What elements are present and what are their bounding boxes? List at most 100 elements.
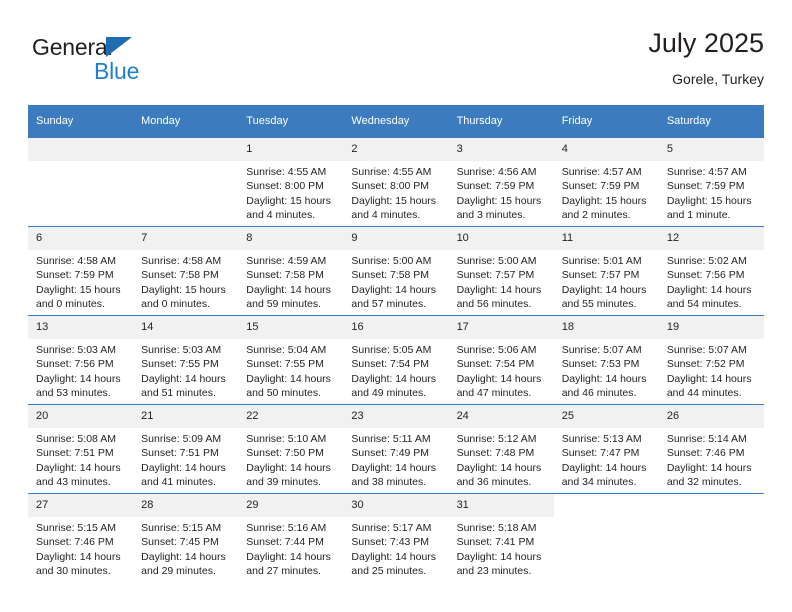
calendar-day-cell[interactable]: 3 Sunrise: 4:56 AM Sunset: 7:59 PM Daylight… [448,137,554,227]
calendar-empty-cell [658,493,764,583]
calendar-day-cell[interactable]: 23 Sunrise: 5:11 AM Sunset: 7:49 PM Dayligh… [343,404,449,494]
calendar-day-cell[interactable]: 7 Sunrise: 4:58 AM Sunset: 7:58 PM Daylight… [133,226,239,316]
sunset-text: Sunset: 7:59 PM [36,269,114,282]
calendar-day-cell[interactable]: 15 Sunrise: 5:04 AM Sunset: 7:55 PM Dayligh… [238,315,344,405]
day-details: Sunrise: 4:58 AM Sunset: 7:58 PM Daylight:… [133,250,238,312]
day-number: 7 [133,227,239,250]
day-number: 28 [133,494,239,517]
day-details: Sunrise: 5:11 AM Sunset: 7:49 PM Daylight:… [343,428,448,490]
calendar-day-cell[interactable]: 20 Sunrise: 5:08 AM Sunset: 7:51 PM Dayligh… [28,404,134,494]
calendar-day-cell[interactable]: 22 Sunrise: 5:10 AM Sunset: 7:50 PM Dayligh… [238,404,344,494]
day-number: 13 [28,316,134,339]
day-number: 22 [238,405,344,428]
daylight-text: Daylight: 14 hours and 56 minutes. [456,283,542,311]
sunrise-text: Sunrise: 5:05 AM [351,344,432,356]
calendar-day-cell[interactable]: 29 Sunrise: 5:16 AM Sunset: 7:44 PM Dayligh… [238,493,344,583]
day-details: Sunrise: 5:08 AM Sunset: 7:51 PM Daylight:… [28,428,133,490]
sunset-text: Sunset: 7:43 PM [351,536,430,549]
sunrise-text: Sunrise: 4:57 AM [561,166,642,178]
sunrise-text: Sunrise: 5:10 AM [246,433,327,445]
calendar-day-cell[interactable]: 17 Sunrise: 5:06 AM Sunset: 7:54 PM Dayligh… [448,315,554,405]
day-details: Sunrise: 4:57 AM Sunset: 7:59 PM Daylight:… [659,161,764,223]
sunrise-text: Sunrise: 4:55 AM [246,166,327,178]
day-number: 11 [553,227,659,250]
calendar-day-cell[interactable]: 13 Sunrise: 5:03 AM Sunset: 7:56 PM Dayligh… [28,315,134,405]
sunrise-text: Sunrise: 5:15 AM [141,522,222,534]
day-details: Sunrise: 5:00 AM Sunset: 7:57 PM Daylight:… [449,250,554,312]
day-number: 9 [343,227,449,250]
calendar-day-cell[interactable]: 24 Sunrise: 5:12 AM Sunset: 7:48 PM Dayligh… [448,404,554,494]
day-details: Sunrise: 5:17 AM Sunset: 7:43 PM Daylight:… [343,517,448,579]
day-details: Sunrise: 5:12 AM Sunset: 7:48 PM Daylight:… [449,428,554,490]
day-details: Sunrise: 4:59 AM Sunset: 7:58 PM Daylight:… [238,250,343,312]
calendar-day-cell[interactable]: 6 Sunrise: 4:58 AM Sunset: 7:59 PM Daylight… [28,226,134,316]
day-details: Sunrise: 5:03 AM Sunset: 7:55 PM Daylight:… [133,339,238,401]
day-details: Sunrise: 5:02 AM Sunset: 7:56 PM Daylight:… [659,250,764,312]
daylight-text: Daylight: 14 hours and 44 minutes. [666,372,752,400]
calendar-day-cell[interactable]: 25 Sunrise: 5:13 AM Sunset: 7:47 PM Dayligh… [553,404,659,494]
calendar-day-cell[interactable]: 1 Sunrise: 4:55 AM Sunset: 8:00 PM Daylight… [238,137,344,227]
general-blue-logo: General Blue [32,34,212,90]
calendar-day-cell[interactable]: 16 Sunrise: 5:05 AM Sunset: 7:54 PM Dayligh… [343,315,449,405]
calendar-day-cell[interactable]: 9 Sunrise: 5:00 AM Sunset: 7:58 PM Daylight… [343,226,449,316]
sunset-text: Sunset: 7:49 PM [351,447,430,460]
calendar-day-cell[interactable]: 8 Sunrise: 4:59 AM Sunset: 7:58 PM Daylight… [238,226,344,316]
sunrise-text: Sunrise: 5:18 AM [456,522,537,534]
day-details: Sunrise: 5:01 AM Sunset: 7:57 PM Daylight:… [554,250,659,312]
day-number: 5 [658,138,764,161]
sunrise-text: Sunrise: 4:58 AM [141,255,222,267]
day-number: 27 [28,494,134,517]
calendar-day-cell[interactable]: 2 Sunrise: 4:55 AM Sunset: 8:00 PM Daylight… [343,137,449,227]
calendar-day-cell[interactable]: 21 Sunrise: 5:09 AM Sunset: 7:51 PM Dayligh… [133,404,239,494]
day-number: 20 [28,405,134,428]
day-details: Sunrise: 5:05 AM Sunset: 7:54 PM Daylight:… [343,339,448,401]
daylight-text: Daylight: 15 hours and 1 minute. [666,194,752,222]
weekday-header-monday: Monday [133,105,239,138]
daylight-text: Daylight: 14 hours and 34 minutes. [561,461,647,489]
calendar-body: 1 Sunrise: 4:55 AM Sunset: 8:00 PM Daylight… [28,137,764,583]
day-number: 17 [448,316,554,339]
sunrise-text: Sunrise: 5:13 AM [561,433,642,445]
calendar-day-cell[interactable]: 11 Sunrise: 5:01 AM Sunset: 7:57 PM Dayligh… [553,226,659,316]
weekday-header-tuesday: Tuesday [238,105,344,138]
sunrise-text: Sunrise: 5:02 AM [666,255,747,267]
day-number: 30 [343,494,449,517]
calendar-week-row: 20 Sunrise: 5:08 AM Sunset: 7:51 PM Dayligh… [28,404,764,494]
calendar-day-cell[interactable]: 4 Sunrise: 4:57 AM Sunset: 7:59 PM Daylight… [553,137,659,227]
calendar-day-cell[interactable]: 12 Sunrise: 5:02 AM Sunset: 7:56 PM Dayligh… [658,226,764,316]
daylight-text: Daylight: 14 hours and 54 minutes. [666,283,752,311]
daylight-text: Daylight: 14 hours and 55 minutes. [561,283,647,311]
sunset-text: Sunset: 7:52 PM [666,358,745,371]
calendar-page: General Blue July 2025 Gorele, Turkey Su… [0,0,792,612]
sunset-text: Sunset: 7:44 PM [246,536,324,549]
calendar-day-cell[interactable]: 31 Sunrise: 5:18 AM Sunset: 7:41 PM Dayligh… [448,493,554,583]
sunset-text: Sunset: 7:50 PM [246,447,324,460]
calendar-day-cell[interactable]: 26 Sunrise: 5:14 AM Sunset: 7:46 PM Dayligh… [658,404,764,494]
daylight-text: Daylight: 14 hours and 59 minutes. [246,283,331,311]
day-number: 10 [448,227,554,250]
calendar-day-cell[interactable]: 30 Sunrise: 5:17 AM Sunset: 7:43 PM Dayligh… [343,493,449,583]
sunset-text: Sunset: 7:54 PM [351,358,430,371]
day-number: 3 [448,138,554,161]
calendar-day-cell[interactable]: 27 Sunrise: 5:15 AM Sunset: 7:46 PM Dayligh… [28,493,134,583]
day-details: Sunrise: 5:15 AM Sunset: 7:46 PM Daylight:… [28,517,133,579]
day-number: 6 [28,227,134,250]
sunrise-text: Sunrise: 5:07 AM [666,344,747,356]
calendar-day-cell[interactable]: 19 Sunrise: 5:07 AM Sunset: 7:52 PM Dayligh… [658,315,764,405]
calendar-day-cell[interactable]: 5 Sunrise: 4:57 AM Sunset: 7:59 PM Daylight… [658,137,764,227]
daylight-text: Daylight: 14 hours and 29 minutes. [141,550,226,578]
sunrise-text: Sunrise: 5:06 AM [456,344,537,356]
calendar-header-row: Sunday Monday Tuesday Wednesday Thursday Frid… [28,105,764,138]
calendar-day-cell[interactable]: 18 Sunrise: 5:07 AM Sunset: 7:53 PM Dayligh… [553,315,659,405]
weekday-header-saturday: Saturday [658,105,764,138]
day-details: Sunrise: 5:07 AM Sunset: 7:53 PM Daylight:… [554,339,659,401]
sunset-text: Sunset: 7:58 PM [141,269,219,282]
day-number: 24 [448,405,554,428]
day-details: Sunrise: 5:09 AM Sunset: 7:51 PM Daylight:… [133,428,238,490]
sunset-text: Sunset: 7:54 PM [456,358,535,371]
calendar-day-cell[interactable]: 28 Sunrise: 5:15 AM Sunset: 7:45 PM Dayligh… [133,493,239,583]
day-details: Sunrise: 4:55 AM Sunset: 8:00 PM Daylight:… [343,161,448,223]
page-subtitle: Gorele, Turkey [672,71,764,87]
calendar-day-cell[interactable]: 14 Sunrise: 5:03 AM Sunset: 7:55 PM Dayligh… [133,315,239,405]
calendar-day-cell[interactable]: 10 Sunrise: 5:00 AM Sunset: 7:57 PM Dayligh… [448,226,554,316]
